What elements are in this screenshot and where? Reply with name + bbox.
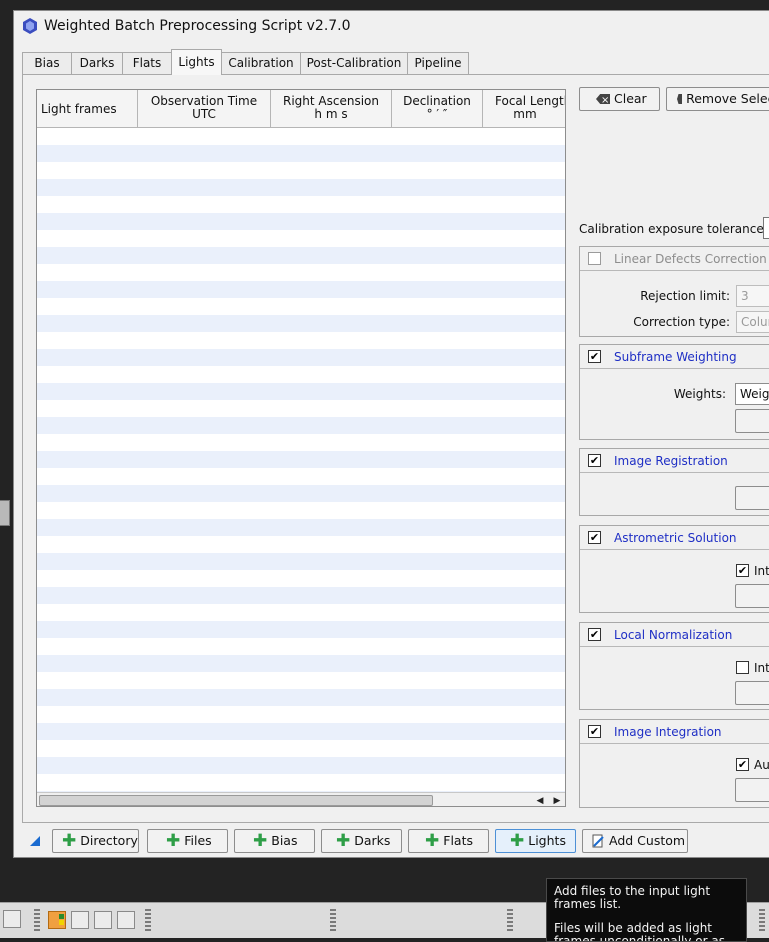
- image-integration-settings-button[interactable]: [735, 778, 769, 802]
- grip-handle-icon[interactable]: [759, 909, 765, 931]
- astrometric-interactive-checkbox[interactable]: ✔: [736, 564, 749, 577]
- window-title: Weighted Batch Preprocessing Script v2.7…: [44, 18, 351, 34]
- correction-type-select[interactable]: Columns: [736, 311, 769, 333]
- add-flats-button[interactable]: ✚ Flats: [408, 829, 489, 853]
- tooltip-line-2: Files will be added as light frames unco…: [554, 921, 725, 942]
- image-integration-checkbox[interactable]: ✔: [588, 725, 601, 738]
- image-integration-group: ✔ Image Integration ✔ Automatic: [579, 719, 769, 808]
- scroll-right-icon[interactable]: ▶: [552, 795, 562, 806]
- plus-icon: ✚: [336, 831, 351, 851]
- local-normalization-interactive-label: Interactive: [754, 661, 769, 675]
- local-normalization-settings-button[interactable]: [735, 681, 769, 705]
- table-rows-area[interactable]: [37, 128, 565, 792]
- title-bar[interactable]: Weighted Batch Preprocessing Script v2.7…: [14, 11, 769, 41]
- rejection-limit-input[interactable]: 3: [736, 285, 769, 307]
- remove-selected-button[interactable]: Remove Selected: [666, 87, 769, 111]
- column-header-light-frames[interactable]: Light frames: [37, 90, 138, 128]
- correction-type-label: Correction type:: [633, 315, 730, 329]
- subframe-weighting-title: Subframe Weighting: [614, 350, 737, 364]
- workspace-marker: [59, 914, 64, 919]
- plus-icon: ✚: [62, 831, 77, 851]
- plus-icon: ✚: [425, 831, 440, 851]
- grip-handle-icon[interactable]: [34, 909, 40, 931]
- image-integration-automatic-label: Automatic: [754, 758, 769, 772]
- linear-defects-title: Linear Defects Correction: [614, 252, 767, 266]
- workspace-1-icon[interactable]: [48, 911, 66, 929]
- rejection-limit-label: Rejection limit:: [640, 289, 730, 303]
- add-lights-button[interactable]: ✚ Lights: [495, 829, 576, 853]
- astrometric-solution-group: ✔ Astrometric Solution ✔ Interactive: [579, 525, 769, 613]
- subframe-weighting-checkbox[interactable]: ✔: [588, 350, 601, 363]
- grip-handle-icon[interactable]: [330, 909, 336, 931]
- add-lights-tooltip: Add files to the input light frames list…: [546, 878, 747, 942]
- local-normalization-title: Local Normalization: [614, 628, 733, 642]
- astrometric-interactive-label: Interactive: [754, 564, 769, 578]
- icon-view-toggle-icon[interactable]: [3, 910, 21, 928]
- astrometric-solution-title: Astrometric Solution: [614, 531, 737, 545]
- add-files-button[interactable]: ✚ Files: [147, 829, 228, 853]
- image-registration-group: ✔ Image Registration: [579, 448, 769, 516]
- image-registration-checkbox[interactable]: ✔: [588, 454, 601, 467]
- image-registration-title: Image Registration: [614, 454, 728, 468]
- local-normalization-group: ✔ Local Normalization Interactive: [579, 622, 769, 710]
- local-normalization-checkbox[interactable]: ✔: [588, 628, 601, 641]
- calibration-tolerance-label: Calibration exposure tolerance:: [579, 222, 768, 236]
- scrollbar-thumb[interactable]: [39, 795, 433, 806]
- add-bias-button[interactable]: ✚ Bias: [234, 829, 315, 853]
- workspace-2-icon[interactable]: [71, 911, 89, 929]
- weights-label: Weights:: [673, 387, 726, 401]
- image-integration-automatic-checkbox[interactable]: ✔: [736, 758, 749, 771]
- corner-triangle-icon[interactable]: [30, 836, 40, 846]
- scroll-left-icon[interactable]: ◀: [535, 795, 545, 806]
- astrometric-solution-settings-button[interactable]: [735, 584, 769, 608]
- tab-bias[interactable]: Bias: [22, 52, 72, 74]
- add-custom-button[interactable]: Add Custom: [582, 829, 688, 853]
- grip-handle-icon[interactable]: [507, 909, 513, 931]
- subframe-weighting-group: ✔ Subframe Weighting Weights: Weighting …: [579, 344, 769, 440]
- pixinsight-app-icon: [23, 18, 37, 34]
- workspace-3-icon[interactable]: [94, 911, 112, 929]
- tab-flats[interactable]: Flats: [122, 52, 172, 74]
- calibration-tolerance-input[interactable]: [763, 217, 769, 239]
- eraser-icon: [596, 94, 610, 104]
- plus-icon: ✚: [166, 831, 181, 851]
- add-directory-button[interactable]: ✚ Directory: [52, 829, 139, 853]
- eraser-icon: [677, 94, 683, 104]
- linear-defects-checkbox[interactable]: [588, 252, 601, 265]
- tooltip-line-1: Add files to the input light frames list…: [554, 884, 711, 911]
- workspace-marker: [59, 920, 64, 925]
- clear-button[interactable]: Clear: [579, 87, 660, 111]
- tab-post-calibration[interactable]: Post-Calibration: [300, 52, 408, 74]
- weights-select[interactable]: Weighting formula: [735, 383, 769, 405]
- workspace-4-icon[interactable]: [117, 911, 135, 929]
- image-integration-title: Image Integration: [614, 725, 722, 739]
- column-header-focal-length[interactable]: Focal Length mm: [483, 90, 565, 128]
- add-darks-button[interactable]: ✚ Darks: [321, 829, 402, 853]
- workspace-edge-handle[interactable]: [0, 500, 10, 526]
- grip-handle-icon[interactable]: [145, 909, 151, 931]
- script-dialog: Weighted Batch Preprocessing Script v2.7…: [13, 10, 769, 858]
- add-custom-icon: [592, 834, 604, 848]
- linear-defects-group: Linear Defects Correction Rejection limi…: [579, 246, 769, 337]
- local-normalization-interactive-checkbox[interactable]: [736, 661, 749, 674]
- plus-icon: ✚: [510, 831, 525, 851]
- astrometric-solution-checkbox[interactable]: ✔: [588, 531, 601, 544]
- image-registration-settings-button[interactable]: [735, 486, 769, 510]
- tab-pipeline[interactable]: Pipeline: [407, 52, 469, 74]
- light-frames-table[interactable]: Light frames Observation Time UTC Right …: [36, 89, 566, 807]
- tab-darks[interactable]: Darks: [71, 52, 123, 74]
- tab-lights[interactable]: Lights: [171, 49, 222, 75]
- plus-icon: ✚: [253, 831, 268, 851]
- subframe-weighting-settings-button[interactable]: [735, 409, 769, 433]
- tab-calibration[interactable]: Calibration: [221, 52, 301, 74]
- column-header-observation-time[interactable]: Observation Time UTC: [138, 90, 271, 128]
- column-header-declination[interactable]: Declination ° ′ ″: [392, 90, 483, 128]
- column-header-right-ascension[interactable]: Right Ascension h m s: [271, 90, 392, 128]
- horizontal-scrollbar[interactable]: ◀ ▶: [37, 792, 565, 806]
